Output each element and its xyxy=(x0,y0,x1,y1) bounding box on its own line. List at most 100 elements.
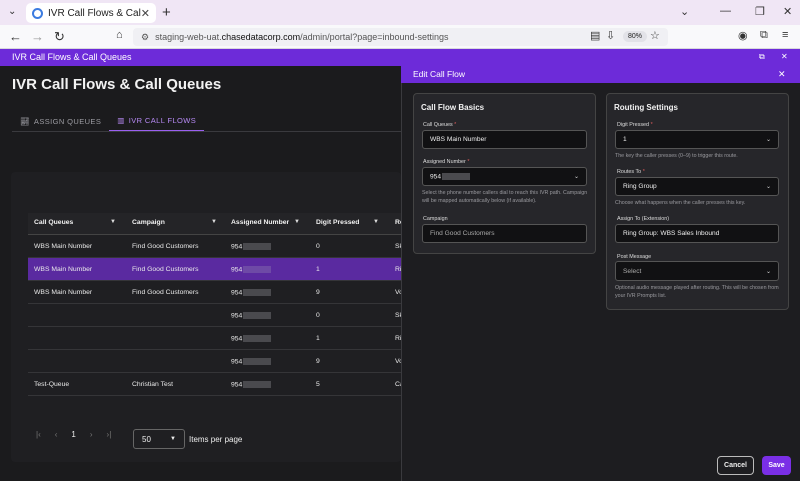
number-prefix: 954 xyxy=(231,289,243,297)
pagination: |‹ ‹ 1 › ›| xyxy=(36,430,111,439)
site-info-icon[interactable]: ⚙ xyxy=(141,32,149,43)
url-field[interactable]: ⚙ staging-web-uat. chasedatacorp.com/admi… xyxy=(133,28,668,46)
table-row[interactable] xyxy=(28,327,401,350)
redacted-mask xyxy=(243,243,272,250)
next-page-icon[interactable]: › xyxy=(90,430,93,439)
chevron-down-icon: ⌄ xyxy=(765,137,771,143)
account-icon[interactable]: ◉ xyxy=(738,29,748,42)
reload-icon[interactable]: ↻ xyxy=(54,29,65,45)
cell-campaign: Find Good Customers xyxy=(132,243,199,250)
back-icon[interactable]: ← xyxy=(9,29,22,44)
cell-assigned-number: 954 xyxy=(231,335,272,342)
close-panel-icon[interactable]: ✕ xyxy=(778,69,786,80)
bookmark-star-icon[interactable]: ☆ xyxy=(650,29,660,42)
last-page-icon[interactable]: ›| xyxy=(107,430,112,439)
close-app-icon[interactable]: ✕ xyxy=(781,52,788,61)
tab-ivr-call-flows[interactable]: ▥ IVR CALL FLOWS xyxy=(109,110,205,132)
redacted-mask xyxy=(243,358,272,365)
close-window-icon[interactable]: ✕ xyxy=(783,5,792,18)
call-queues-value: WBS Main Number xyxy=(430,136,487,143)
header-call-queues[interactable]: Call Queues xyxy=(34,219,73,226)
cell-digit: 5 xyxy=(316,381,320,388)
cell-digit: 0 xyxy=(316,312,320,319)
chart-icon: 📈︎ xyxy=(20,116,30,126)
filter-icon[interactable]: ▼ xyxy=(211,219,217,225)
assign-to-input[interactable]: Ring Group: WBS Sales Inbound xyxy=(615,224,779,243)
tab-list-icon[interactable]: ⌄ xyxy=(8,6,16,17)
number-prefix: 954 xyxy=(231,312,243,320)
save-button[interactable]: Save xyxy=(762,456,791,475)
prev-page-icon[interactable]: ‹ xyxy=(55,430,58,439)
home-icon[interactable]: ⌂ xyxy=(116,29,123,41)
post-message-placeholder: Select xyxy=(623,267,642,275)
menu-icon[interactable]: ≡ xyxy=(782,29,788,41)
cell-digit: 0 xyxy=(316,243,320,250)
url-prefix: staging-web-uat. xyxy=(155,32,222,42)
tab-assign-queues-label: ASSIGN QUEUES xyxy=(33,116,102,126)
cell-campaign: Find Good Customers xyxy=(132,289,199,296)
assigned-number-select[interactable]: 954 ⌄ xyxy=(422,167,587,186)
cell-assigned-number: 954 xyxy=(231,381,272,388)
bar-chart-icon: ▥ xyxy=(117,115,125,125)
favicon-icon xyxy=(32,7,43,19)
digit-pressed-hint: The key the caller presses (0–9) to trig… xyxy=(615,153,738,159)
header-assigned-number[interactable]: Assigned Number xyxy=(231,219,289,226)
post-message-select[interactable]: Select ⌄ xyxy=(615,261,779,281)
close-tab-icon[interactable]: ✕ xyxy=(141,7,150,20)
filter-icon[interactable]: ▼ xyxy=(373,219,379,225)
routes-to-label: Routes To * xyxy=(617,169,645,175)
redacted-mask xyxy=(442,172,471,180)
download-page-icon[interactable]: ⇩ xyxy=(606,29,615,42)
digit-pressed-label: Digit Pressed * xyxy=(617,122,653,128)
list-all-tabs-icon[interactable]: ⌄ xyxy=(680,5,689,18)
header-digit-pressed[interactable]: Digit Pressed xyxy=(316,219,359,226)
cell-campaign: Christian Test xyxy=(132,381,174,388)
first-page-icon[interactable]: |‹ xyxy=(36,430,41,439)
minimize-window-icon[interactable]: — xyxy=(720,5,731,17)
cancel-button[interactable]: Cancel xyxy=(717,456,754,475)
cell-call-queue: WBS Main Number xyxy=(34,243,92,250)
chevron-down-icon: ⌄ xyxy=(573,174,579,180)
reader-view-icon[interactable]: ▤ xyxy=(590,29,600,42)
redacted-mask xyxy=(243,381,272,388)
cell-digit: 1 xyxy=(316,335,320,342)
zoom-level-badge[interactable]: 80% xyxy=(623,31,648,42)
chevron-down-icon: ⌄ xyxy=(765,184,771,190)
call-queues-input[interactable]: WBS Main Number xyxy=(422,130,587,149)
app-header-title: IVR Call Flows & Call Queues xyxy=(12,52,132,62)
new-tab-icon[interactable]: + xyxy=(162,4,171,21)
restore-window-icon[interactable]: ❐ xyxy=(755,5,765,18)
items-per-page-label: Items per page xyxy=(189,435,243,444)
cell-assigned-number: 954 xyxy=(231,289,272,297)
digit-pressed-select[interactable]: 1 ⌄ xyxy=(615,130,779,149)
browser-tab[interactable]: IVR Call Flows & Call Queues ✕ xyxy=(26,3,156,23)
table-row[interactable] xyxy=(28,350,401,373)
browser-tab-title: IVR Call Flows & Call Queues xyxy=(48,7,141,19)
filter-icon[interactable]: ▼ xyxy=(294,219,300,225)
campaign-value: Find Good Customers xyxy=(430,230,495,237)
filter-icon[interactable]: ▼ xyxy=(110,219,116,225)
redacted-mask xyxy=(243,289,272,296)
header-campaign[interactable]: Campaign xyxy=(132,219,165,226)
current-page[interactable]: 1 xyxy=(71,430,75,439)
number-prefix: 954 xyxy=(231,358,243,366)
cell-call-queue: WBS Main Number xyxy=(34,266,92,273)
cell-assigned-number: 954 xyxy=(231,312,272,320)
routes-to-select[interactable]: Ring Group ⌄ xyxy=(615,177,779,196)
chevron-down-icon: ⌄ xyxy=(765,268,771,275)
forward-icon[interactable]: → xyxy=(31,29,44,44)
page-size-select[interactable]: 50 ▼ xyxy=(133,429,185,449)
cell-digit: 1 xyxy=(316,266,320,273)
assigned-number-hint: Select the phone number callers dial to … xyxy=(422,190,588,204)
assigned-number-value: 954 xyxy=(430,172,471,180)
redacted-mask xyxy=(243,312,272,319)
tab-assign-queues[interactable]: 📈︎ ASSIGN QUEUES xyxy=(12,110,109,132)
extensions-icon[interactable]: ⧉ xyxy=(760,29,768,42)
cell-call-queue: Test-Queue xyxy=(34,381,70,388)
table-row[interactable] xyxy=(28,304,401,327)
tab-divider xyxy=(12,131,402,132)
popout-icon[interactable]: ⧉ xyxy=(759,52,765,62)
call-queues-label: Call Queues * xyxy=(423,122,457,128)
app-header-bar: IVR Call Flows & Call Queues xyxy=(0,49,800,66)
campaign-input[interactable]: Find Good Customers xyxy=(422,224,587,243)
